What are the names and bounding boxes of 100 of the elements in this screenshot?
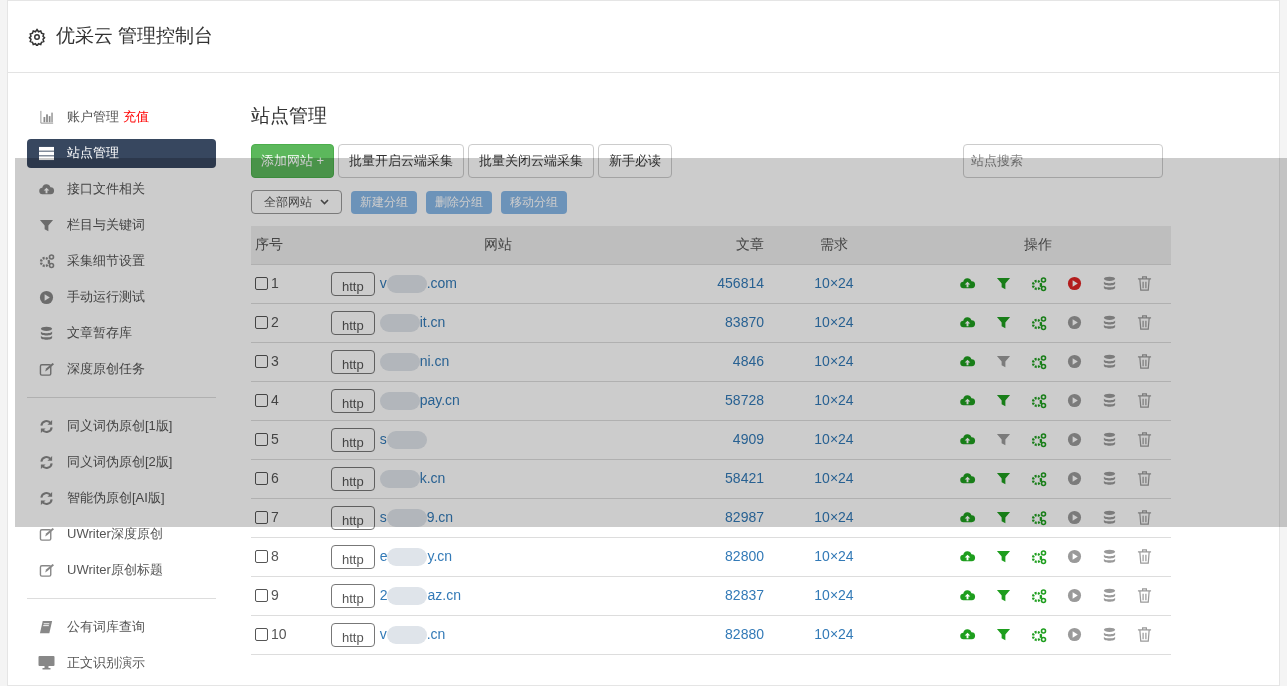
cloud-upload-icon[interactable] (959, 627, 976, 642)
sidebar-item[interactable]: 站点管理 (27, 138, 216, 168)
sidebar-item[interactable]: 正文识别演示 (27, 648, 216, 678)
gears-icon[interactable] (1031, 275, 1047, 292)
sidebar-item[interactable]: 接口文件相关 (27, 174, 216, 204)
recharge-link[interactable]: 充值 (123, 107, 149, 127)
trash-icon[interactable] (1137, 548, 1152, 565)
play-icon[interactable] (1067, 549, 1082, 564)
gears-icon[interactable] (1031, 392, 1047, 409)
trash-icon[interactable] (1137, 275, 1152, 292)
sidebar-item[interactable]: 账户管理 充值 (27, 102, 216, 132)
filter-icon[interactable] (996, 549, 1011, 564)
filter-icon[interactable] (996, 354, 1011, 369)
site-domain-end[interactable]: .cn (426, 624, 446, 645)
toolbar-button[interactable]: 批量开启云端采集 (338, 143, 465, 178)
checkbox[interactable] (255, 628, 268, 641)
cloud-upload-icon[interactable] (959, 315, 976, 330)
checkbox[interactable] (255, 277, 268, 290)
site-domain-end[interactable]: .com (426, 273, 458, 294)
site-domain-end[interactable]: k.cn (419, 468, 446, 489)
trash-icon[interactable] (1137, 626, 1152, 643)
play-icon[interactable] (1067, 588, 1082, 603)
cloud-upload-icon[interactable] (959, 393, 976, 408)
cloud-upload-icon[interactable] (959, 549, 976, 564)
play-icon[interactable] (1067, 432, 1082, 447)
gears-icon[interactable] (1031, 509, 1047, 526)
search-field[interactable]: 站点搜索 (963, 143, 1163, 178)
gears-icon[interactable] (1031, 314, 1047, 331)
filter-icon[interactable] (996, 276, 1011, 291)
play-icon[interactable] (1067, 627, 1082, 642)
filter-icon[interactable] (996, 588, 1011, 603)
trash-icon[interactable] (1137, 353, 1152, 370)
gears-icon[interactable] (1031, 626, 1047, 643)
play-icon[interactable] (1067, 393, 1082, 408)
filter-icon[interactable] (996, 393, 1011, 408)
gears-icon[interactable] (1031, 548, 1047, 565)
database-icon[interactable] (1102, 432, 1117, 447)
checkbox[interactable] (255, 472, 268, 485)
gears-icon[interactable] (1031, 470, 1047, 487)
database-icon[interactable] (1102, 549, 1117, 564)
play-icon[interactable] (1067, 510, 1082, 525)
cloud-upload-icon[interactable] (959, 354, 976, 369)
database-icon[interactable] (1102, 354, 1117, 369)
database-icon[interactable] (1102, 471, 1117, 486)
checkbox[interactable] (255, 511, 268, 524)
cloud-upload-icon[interactable] (959, 276, 976, 291)
filter-icon[interactable] (996, 510, 1011, 525)
group-select[interactable]: 全部网站 (251, 190, 342, 214)
site-domain-end[interactable]: y.cn (427, 546, 453, 567)
add-site-button[interactable]: 添加网站 + (251, 143, 335, 178)
site-domain-start[interactable]: v (379, 624, 387, 645)
play-icon[interactable] (1067, 276, 1082, 291)
checkbox[interactable] (255, 394, 268, 407)
play-icon[interactable] (1067, 315, 1082, 330)
sidebar-item[interactable]: 采集细节设置 (27, 246, 216, 276)
site-domain-end[interactable]: it.cn (419, 312, 446, 333)
sidebar-item[interactable]: 同义词伪原创[1版] (27, 411, 216, 441)
checkbox[interactable] (255, 589, 268, 602)
site-domain-end[interactable]: az.cn (427, 585, 461, 606)
gears-icon[interactable] (1031, 431, 1047, 448)
cloud-upload-icon[interactable] (959, 471, 976, 486)
database-icon[interactable] (1102, 510, 1117, 525)
trash-icon[interactable] (1137, 587, 1152, 604)
site-domain-end[interactable]: ni.cn (419, 351, 450, 372)
gears-icon[interactable] (1031, 353, 1047, 370)
filter-icon[interactable] (996, 432, 1011, 447)
checkbox[interactable] (255, 433, 268, 446)
sidebar-item[interactable]: 手动运行测试 (27, 282, 216, 312)
trash-icon[interactable] (1137, 509, 1152, 526)
trash-icon[interactable] (1137, 314, 1152, 331)
database-icon[interactable] (1102, 315, 1117, 330)
play-icon[interactable] (1067, 354, 1082, 369)
site-domain-start[interactable]: 2 (379, 585, 388, 606)
sidebar-item[interactable]: 深度原创任务 (27, 354, 216, 384)
site-domain-end[interactable]: 9.cn (426, 507, 454, 528)
gears-icon[interactable] (1031, 587, 1047, 604)
toolbar-button[interactable]: 批量关闭云端采集 (468, 143, 595, 178)
database-icon[interactable] (1102, 588, 1117, 603)
trash-icon[interactable] (1137, 392, 1152, 409)
sidebar-item[interactable]: 公有词库查询 (27, 612, 216, 642)
checkbox[interactable] (255, 355, 268, 368)
trash-icon[interactable] (1137, 470, 1152, 487)
filter-icon[interactable] (996, 315, 1011, 330)
database-icon[interactable] (1102, 393, 1117, 408)
site-domain-start[interactable]: e (379, 546, 388, 567)
trash-icon[interactable] (1137, 431, 1152, 448)
sidebar-item[interactable]: 栏目与关键词 (27, 210, 216, 240)
database-icon[interactable] (1102, 627, 1117, 642)
database-icon[interactable] (1102, 276, 1117, 291)
cloud-upload-icon[interactable] (959, 432, 976, 447)
toolbar-button[interactable]: 新手必读 (598, 143, 673, 178)
site-domain-end[interactable]: pay.cn (419, 390, 460, 411)
sidebar-item[interactable]: UWriter深度原创 (27, 519, 216, 549)
site-domain-start[interactable]: s (379, 507, 387, 528)
sidebar-item[interactable]: 智能伪原创[AI版] (27, 483, 216, 513)
cloud-upload-icon[interactable] (959, 588, 976, 603)
checkbox[interactable] (255, 316, 268, 329)
filter-icon[interactable] (996, 627, 1011, 642)
sidebar-item[interactable]: 同义词伪原创[2版] (27, 447, 216, 477)
site-domain-start[interactable]: v (379, 273, 387, 294)
